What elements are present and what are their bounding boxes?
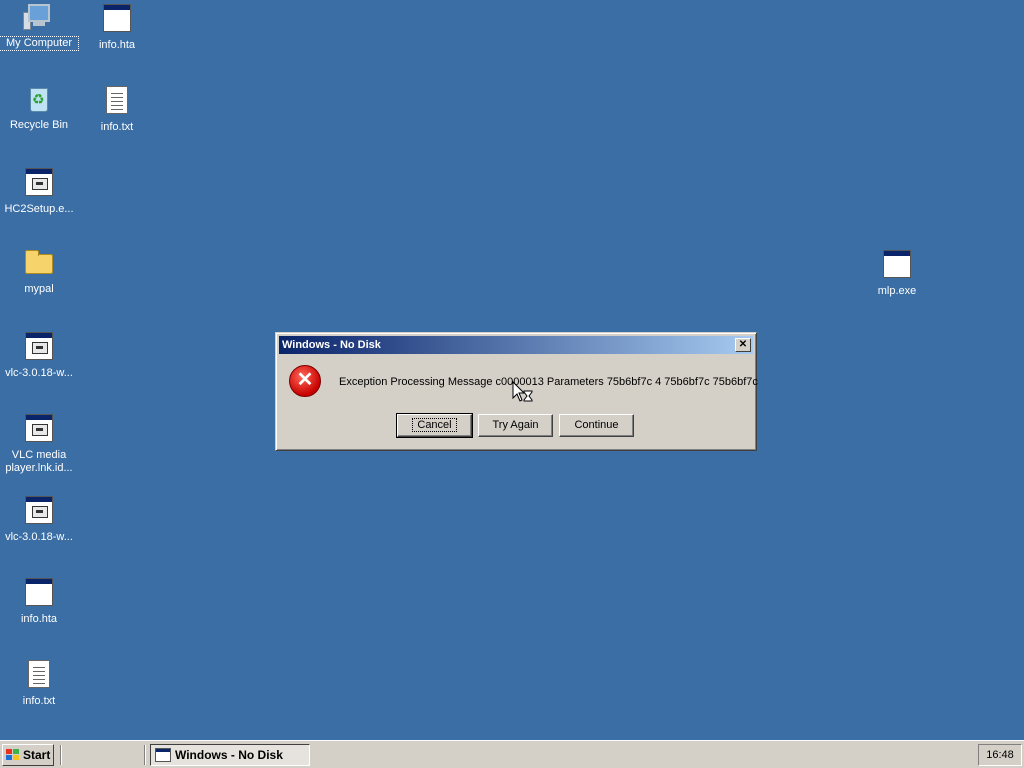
start-button[interactable]: Start [2, 744, 54, 766]
application-icon [23, 168, 55, 200]
recycle-bin-icon [23, 84, 55, 116]
dialog-message: Exception Processing Message c0000013 Pa… [339, 376, 758, 388]
desktop-icon-vlc-installer-2[interactable]: vlc-3.0.18-w... [0, 494, 78, 544]
desktop-icon-hc2setup[interactable]: HC2Setup.e... [0, 166, 78, 216]
cancel-button[interactable]: Cancel [396, 413, 473, 438]
clock: 16:48 [986, 749, 1014, 761]
window-icon [155, 748, 171, 762]
icon-label: info.hta [20, 613, 58, 625]
desktop-icon-mlp-exe[interactable]: mlp.exe [858, 248, 936, 298]
desktop-icon-mypal[interactable]: mypal [0, 248, 78, 296]
icon-label: VLC media player.lnk.id... [5, 449, 73, 474]
icon-label: mlp.exe [877, 285, 917, 297]
desktop-icon-info-hta-1[interactable]: info.hta [78, 2, 156, 52]
icon-label: HC2Setup.e... [4, 203, 74, 215]
folder-icon [23, 248, 55, 280]
taskbar-separator [144, 745, 146, 765]
icon-label: info.txt [22, 695, 56, 707]
busy-cursor-icon [512, 381, 533, 402]
text-file-icon [23, 660, 55, 692]
taskbar-separator [60, 745, 62, 765]
desktop-icon-vlc-installer-1[interactable]: vlc-3.0.18-w... [0, 330, 78, 380]
application-icon [23, 332, 55, 364]
try-again-button[interactable]: Try Again [478, 414, 553, 437]
close-icon: ✕ [738, 339, 748, 350]
icon-label: mypal [24, 283, 54, 295]
desktop-icon-my-computer[interactable]: My Computer [0, 2, 79, 51]
icon-label: vlc-3.0.18-w... [5, 367, 73, 379]
icon-label: vlc-3.0.18-w... [5, 531, 73, 543]
system-tray-clock[interactable]: 16:48 [978, 744, 1022, 766]
application-icon [23, 496, 55, 528]
application-icon [881, 250, 913, 282]
taskbar-button-no-disk[interactable]: Windows - No Disk [150, 744, 310, 766]
text-file-icon [101, 86, 133, 118]
icon-label: info.txt [100, 121, 134, 133]
application-icon [23, 578, 55, 610]
computer-icon [23, 2, 55, 34]
desktop-icon-info-txt-2[interactable]: info.txt [0, 658, 78, 708]
icon-label: My Computer [0, 36, 79, 51]
desktop-icon-recycle-bin[interactable]: Recycle Bin [0, 84, 78, 132]
windows-logo-icon [6, 749, 19, 761]
taskbar: Start Windows - No Disk 16:48 [0, 740, 1024, 768]
application-icon [101, 4, 133, 36]
dialog-titlebar[interactable]: Windows - No Disk ✕ [279, 336, 753, 354]
desktop-icon-info-hta-2[interactable]: info.hta [0, 576, 78, 626]
desktop-icon-vlc-shortcut[interactable]: VLC media player.lnk.id... [0, 412, 78, 475]
close-button[interactable]: ✕ [735, 338, 751, 352]
desktop-icon-info-txt-1[interactable]: info.txt [78, 84, 156, 134]
dialog-title: Windows - No Disk [282, 339, 381, 351]
error-icon: ✕ [289, 365, 321, 397]
application-icon [23, 414, 55, 446]
continue-button[interactable]: Continue [559, 414, 634, 437]
icon-label: Recycle Bin [9, 119, 69, 131]
icon-label: info.hta [98, 39, 136, 51]
